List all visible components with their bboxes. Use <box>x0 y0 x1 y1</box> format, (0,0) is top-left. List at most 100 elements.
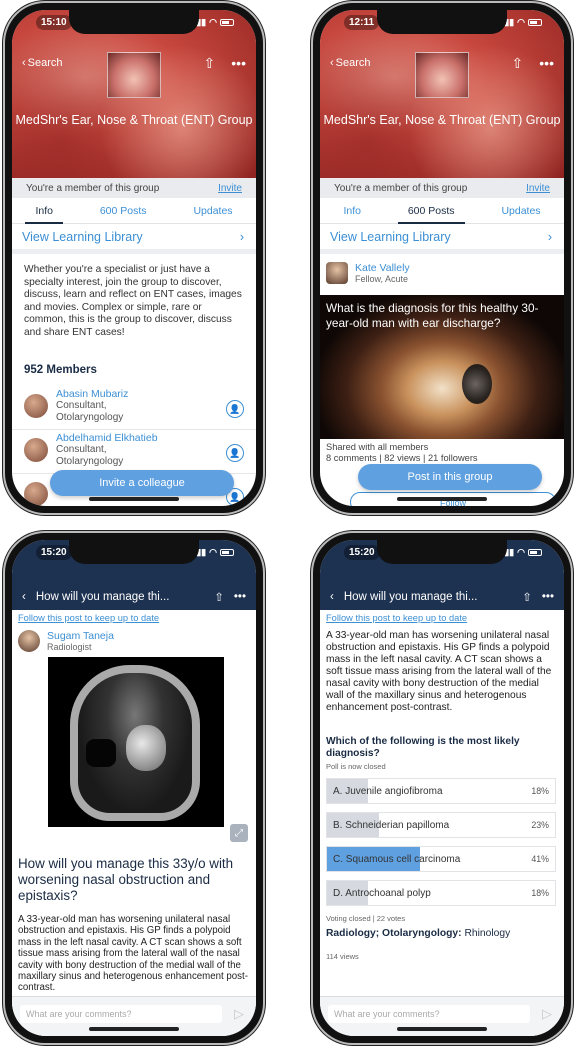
membership-status: You're a member of this group <box>26 182 160 194</box>
author-info: Kate Vallely Fellow, Acute <box>355 262 410 284</box>
more-icon[interactable]: ••• <box>542 591 554 603</box>
share-icon[interactable]: ⇧ <box>522 590 532 604</box>
avatar <box>24 438 48 462</box>
post-image[interactable]: What is the diagnosis for this healthy 3… <box>320 295 564 439</box>
comment-input[interactable]: What are your comments? <box>20 1005 222 1023</box>
shared-label: Shared with all members <box>326 442 429 452</box>
follow-post-link[interactable]: Follow this post to keep up to date <box>326 613 467 623</box>
back-button[interactable]: ‹ Search <box>22 57 63 69</box>
member-name: Abdelhamid Elkhatieb <box>56 432 158 444</box>
poll-option: B. Schneiderian papilloma 23% <box>326 812 556 838</box>
member-name: Abasin Mubariz <box>56 388 129 400</box>
poll-option-percent: 18% <box>531 888 549 898</box>
wifi-icon: ◠ <box>517 16 525 27</box>
group-description: Whether you're a specialist or just have… <box>24 264 242 338</box>
tab-posts[interactable]: 600 Posts <box>90 199 157 223</box>
member-info: Abdelhamid Elkhatieb Consultant, Otolary… <box>56 432 226 468</box>
author-role: Radiologist <box>47 642 92 652</box>
poll-option: D. Antrochoanal polyp 18% <box>326 880 556 906</box>
member-specialty: Otolaryngology <box>56 456 124 467</box>
tab-posts[interactable]: 600 Posts <box>397 199 465 224</box>
comment-input[interactable]: What are your comments? <box>328 1005 530 1023</box>
back-button[interactable]: ‹ <box>330 591 334 603</box>
invite-link[interactable]: Invite <box>526 183 550 194</box>
view-count: 114 views <box>326 952 359 961</box>
home-indicator <box>89 1027 179 1031</box>
tab-info[interactable]: Info <box>25 199 63 224</box>
notch <box>377 540 507 564</box>
membership-status: You're a member of this group <box>334 182 468 194</box>
chevron-left-icon: ‹ <box>330 57 334 69</box>
author-info: Sugam Taneja Radiologist <box>47 630 114 652</box>
learning-library-label: View Learning Library <box>22 229 143 244</box>
nav-actions: ⇧ ••• <box>204 55 246 72</box>
back-label: Search <box>27 57 63 69</box>
poll-option: C. Squamous cell carcinoma 41% <box>326 846 556 872</box>
wifi-icon: ◠ <box>209 16 217 27</box>
back-button[interactable]: ‹ Search <box>330 57 371 69</box>
post-headline: How will you manage this 33y/o with wors… <box>18 856 234 903</box>
more-icon[interactable]: ••• <box>539 55 554 71</box>
member-row[interactable]: Abdelhamid Elkhatieb Consultant, Otolary… <box>12 430 256 474</box>
learning-library-link[interactable]: View Learning Library › <box>12 224 256 254</box>
tab-updates[interactable]: Updates <box>491 199 550 223</box>
member-specialty: Otolaryngology <box>56 412 124 423</box>
invite-link[interactable]: Invite <box>218 183 242 194</box>
group-title: MedShr's Ear, Nose & Throat (ENT) Group <box>15 113 253 127</box>
poll-option-percent: 23% <box>531 820 549 830</box>
follow-post-link[interactable]: Follow this post to keep up to date <box>18 613 159 623</box>
nav-bar: ‹ Search ⇧ ••• <box>320 54 564 72</box>
poll-option: A. Juvenile angiofibroma 18% <box>326 778 556 804</box>
post-body: A 33-year-old man has worsening unilater… <box>18 914 248 994</box>
poll-option-label: B. Schneiderian papilloma <box>333 819 450 831</box>
tab-info[interactable]: Info <box>333 199 371 223</box>
learning-library-label: View Learning Library <box>330 229 451 244</box>
tab-updates[interactable]: Updates <box>183 199 242 223</box>
battery-icon <box>220 548 234 556</box>
tags-specialties: Radiology; Otolaryngology: <box>326 928 462 939</box>
status-time: 15:10 <box>36 14 72 30</box>
more-icon[interactable]: ••• <box>234 591 246 603</box>
expand-icon[interactable]: ⤢ <box>230 824 248 842</box>
more-icon[interactable]: ••• <box>231 55 246 71</box>
nav-bar: ‹ How will you manage thi... ⇧ ••• <box>320 588 564 606</box>
post-author[interactable]: Sugam Taneja Radiologist <box>18 630 114 652</box>
invite-colleague-button[interactable]: Invite a colleague <box>50 470 234 496</box>
status-icons: ▮▮ ◠ <box>196 17 234 28</box>
post-author[interactable]: Kate Vallely Fellow, Acute <box>326 262 410 284</box>
send-icon[interactable]: ▷ <box>542 1006 552 1022</box>
back-button[interactable]: ‹ <box>22 591 26 603</box>
screen: 12:11 ▮▮ ◠ ‹ Search ⇧ ••• MedShr's Ear, … <box>320 10 564 506</box>
status-time: 12:11 <box>344 14 380 30</box>
poll-option-label: C. Squamous cell carcinoma <box>333 853 461 865</box>
post-in-group-button[interactable]: Post in this group <box>358 464 542 490</box>
add-contact-button[interactable]: 👤 <box>226 400 244 418</box>
group-title: MedShr's Ear, Nose & Throat (ENT) Group <box>323 113 561 127</box>
sinus-region <box>86 739 116 767</box>
author-name: Kate Vallely <box>355 262 410 274</box>
nav-title: How will you manage thi... <box>343 591 478 603</box>
post-question: What is the diagnosis for this healthy 3… <box>326 301 539 330</box>
member-role: Consultant, <box>56 400 107 411</box>
share-icon[interactable]: ⇧ <box>512 55 524 72</box>
ear-canal <box>461 364 492 405</box>
status-icons: ▮▮ ◠ <box>196 547 234 558</box>
tab-bar: Info 600 Posts Updates <box>320 198 564 224</box>
phone-group-info: 15:10 ▮▮ ◠ ‹ Search ⇧ ••• MedShr's Ear, … <box>5 3 263 513</box>
ct-scan-image[interactable] <box>48 657 224 827</box>
member-row[interactable]: Abasin Mubariz Consultant, Otolaryngolog… <box>12 386 256 430</box>
avatar <box>24 394 48 418</box>
add-contact-button[interactable]: 👤 <box>226 444 244 462</box>
voting-status: Voting closed | 22 votes <box>326 914 406 923</box>
poll-option-percent: 41% <box>531 854 549 864</box>
status-icons: ▮▮ ◠ <box>504 547 542 558</box>
send-icon[interactable]: ▷ <box>234 1006 244 1022</box>
home-indicator <box>397 497 487 501</box>
share-icon[interactable]: ⇧ <box>204 55 216 72</box>
avatar <box>326 262 348 284</box>
poll-option-label: A. Juvenile angiofibroma <box>333 785 443 797</box>
phone-poll-results: 15:20 ▮▮ ◠ ‹ How will you manage thi... … <box>313 533 571 1043</box>
share-icon[interactable]: ⇧ <box>214 590 224 604</box>
learning-library-link[interactable]: View Learning Library › <box>320 224 564 254</box>
membership-bar: You're a member of this group Invite <box>12 178 256 198</box>
